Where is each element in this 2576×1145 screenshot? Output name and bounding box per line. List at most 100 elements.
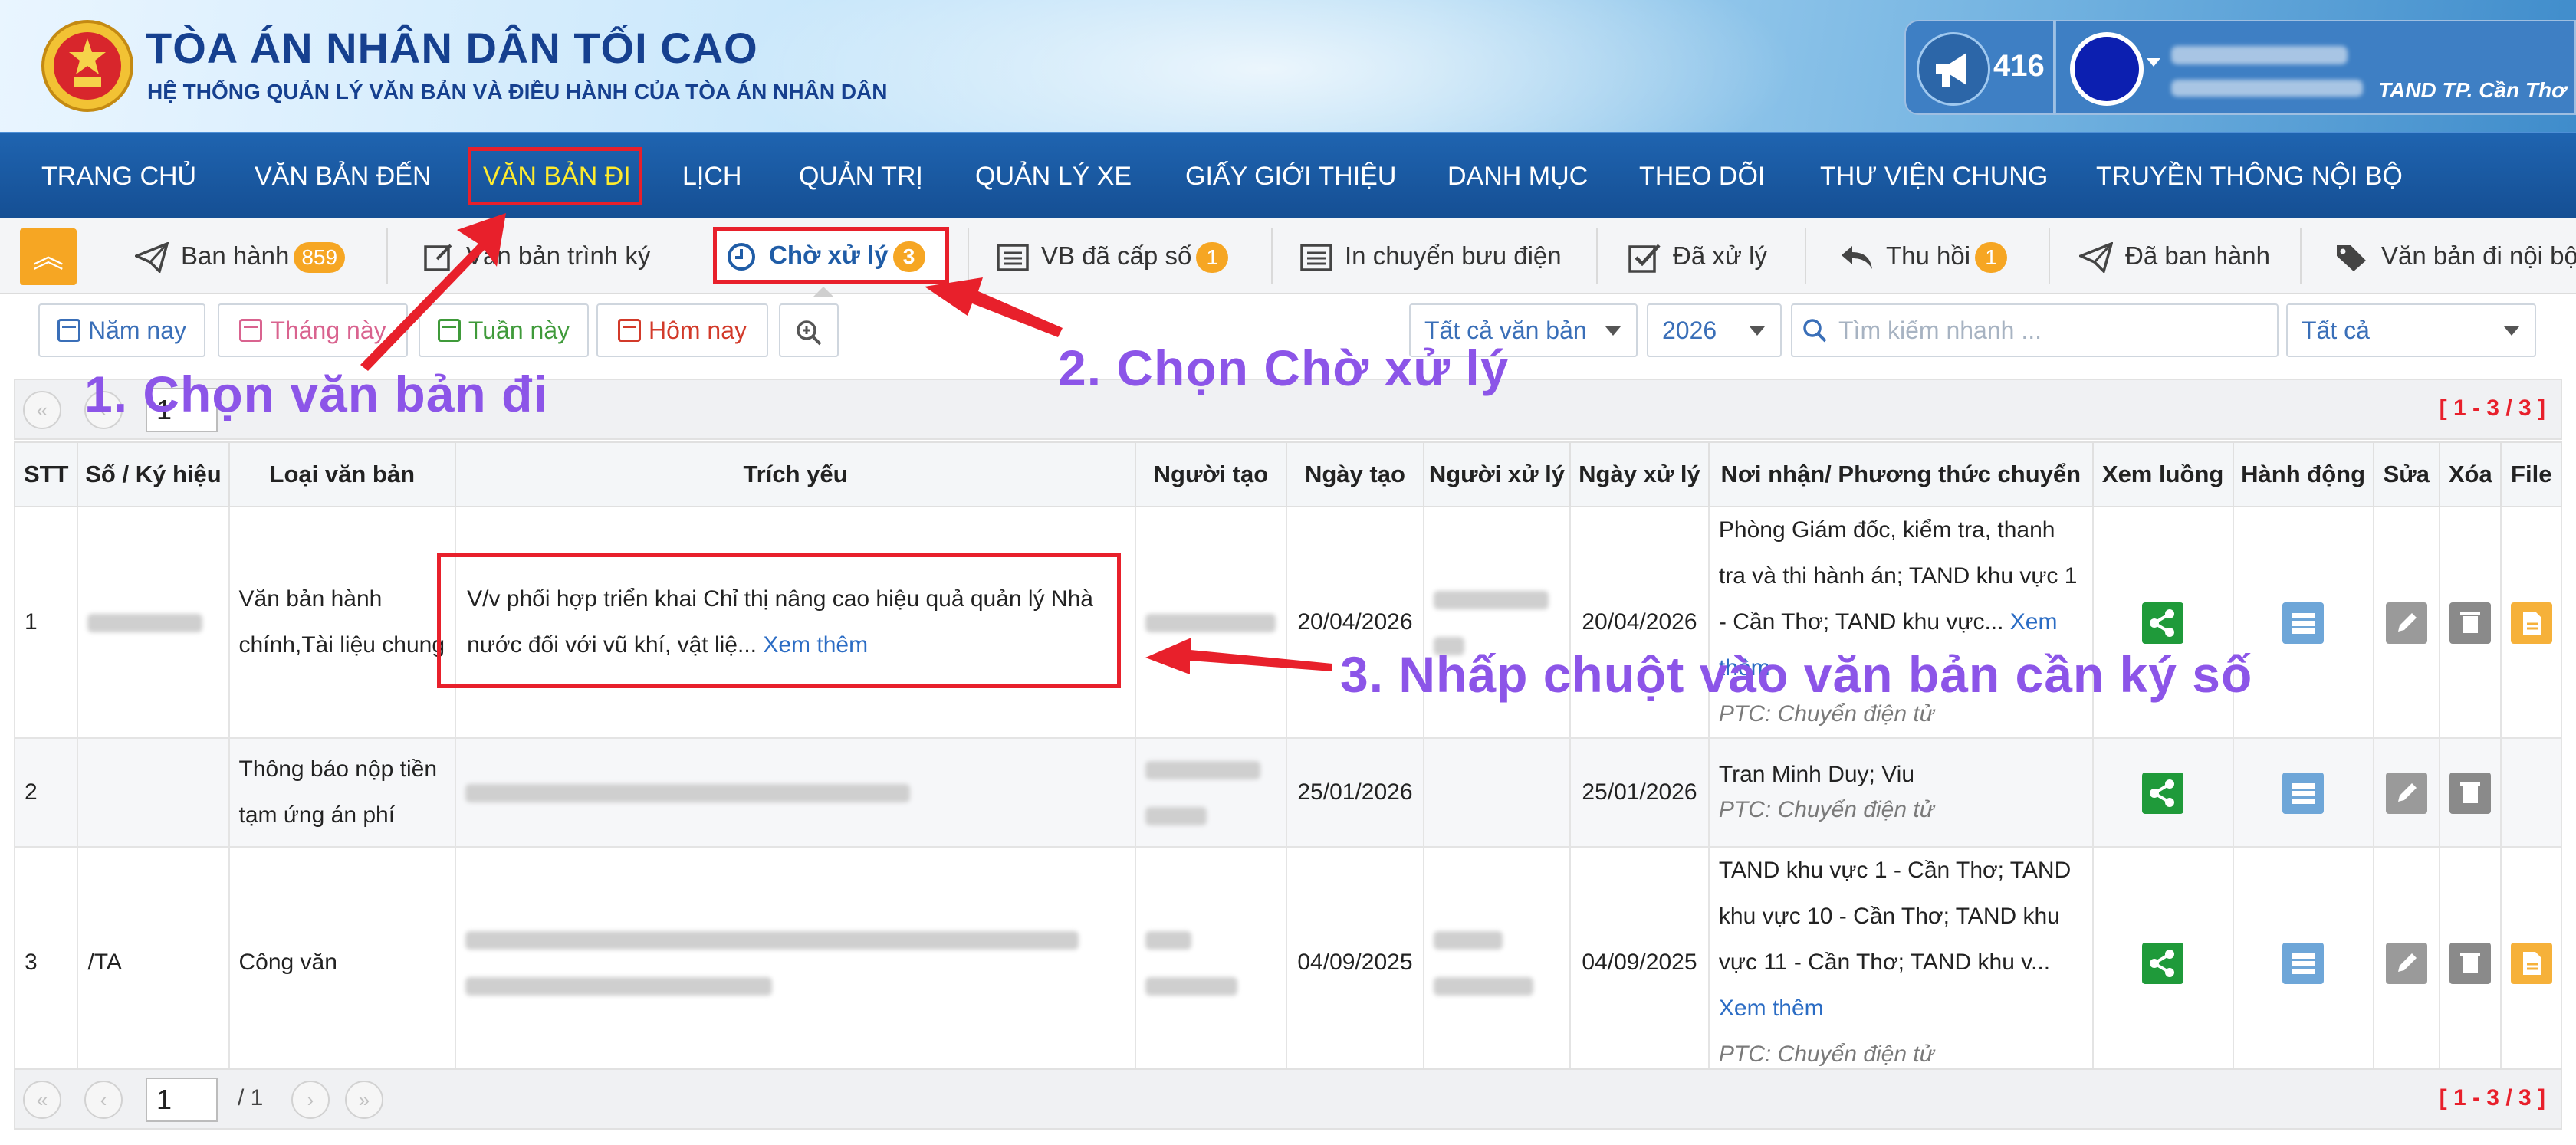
tab-cho-xu-ly[interactable]: Chờ xử lý 3: [713, 227, 949, 284]
cell-xem-luong: [2091, 737, 2234, 848]
cell-xoa: [2439, 846, 2502, 1079]
nav-lich[interactable]: LỊCH: [682, 133, 741, 219]
cell-file: [2500, 506, 2562, 739]
redacted-text: [1145, 807, 1207, 826]
tab-label: Đã xử lý: [1673, 241, 1767, 270]
cell-trich-yeu[interactable]: [455, 846, 1136, 1079]
redacted-text: [465, 784, 911, 803]
col-header: Số / Ký hiệu: [77, 441, 230, 507]
page-number-input[interactable]: 1: [146, 1078, 218, 1122]
nav-van-ban-den[interactable]: VĂN BẢN ĐẾN: [255, 133, 432, 219]
status-select[interactable]: Tất cả: [2286, 303, 2536, 357]
cell-stt: 3: [13, 846, 79, 1079]
trash-icon[interactable]: [2450, 773, 2492, 815]
tab-ban-hanh[interactable]: Ban hành 859: [135, 218, 346, 294]
nav-danh-muc[interactable]: DANH MỤC: [1447, 133, 1588, 219]
edit-pencil-icon[interactable]: [2385, 943, 2427, 985]
cell-noi-nhan: TAND khu vực 1 - Cần Thơ; TAND khu vực 1…: [1707, 846, 2094, 1079]
tab-divider: [2049, 228, 2050, 284]
file-icon[interactable]: [2511, 602, 2553, 645]
filter-label: Năm nay: [87, 317, 187, 344]
table-row[interactable]: 3 /TA Công văn 04/09/2025 04/09/2025 TAN…: [13, 846, 2562, 1079]
table-row[interactable]: 2 Thông báo nộp tiền tạm ứng án phí 25/0…: [13, 737, 2562, 848]
nav-giay-gioi-thieu[interactable]: GIẤY GIỚI THIỆU: [1185, 133, 1396, 219]
tab-divider: [968, 228, 969, 284]
highlight-box-trich-yeu: [437, 553, 1121, 688]
tab-label: Đã ban hành: [2125, 241, 2270, 270]
tab-divider: [386, 228, 388, 284]
tab-thu-hoi[interactable]: Thu hồi 1: [1838, 218, 2008, 294]
first-page-icon[interactable]: «: [23, 1081, 61, 1119]
list-icon: [997, 244, 1029, 272]
check-icon: [1628, 244, 1661, 274]
edit-pencil-icon[interactable]: [2385, 602, 2427, 645]
action-menu-icon[interactable]: [2282, 602, 2325, 645]
filter-nam-nay-button[interactable]: Năm nay: [38, 303, 205, 357]
collapse-up-icon[interactable]: ︽: [20, 228, 77, 285]
share-flow-icon[interactable]: [2142, 602, 2184, 645]
xem-them-link[interactable]: Xem thêm: [1719, 996, 1824, 1021]
nav-thu-vien-chung[interactable]: THƯ VIỆN CHUNG: [1820, 133, 2048, 219]
caret-down-icon: [1605, 326, 1621, 336]
share-flow-icon[interactable]: [2142, 943, 2184, 985]
tab-label: Ban hành: [181, 241, 290, 270]
tab-da-ban-hanh[interactable]: Đã ban hành: [2079, 218, 2270, 294]
nav-trang-chu[interactable]: TRANG CHỦ: [41, 133, 196, 219]
tab-van-ban-trinh-ky[interactable]: Văn bản trình ký: [423, 218, 650, 294]
user-org: TAND TP. Cần Thơ: [2378, 78, 2566, 102]
advanced-search-button[interactable]: [779, 303, 839, 357]
nav-quan-tri[interactable]: QUẢN TRỊ: [799, 133, 923, 219]
quick-search-input[interactable]: [1791, 303, 2279, 357]
cell-xem-luong: [2091, 846, 2234, 1079]
edit-pencil-icon[interactable]: [2385, 773, 2427, 815]
file-icon[interactable]: [2511, 943, 2553, 985]
redacted-text: [1145, 614, 1276, 633]
next-page-icon[interactable]: ›: [291, 1081, 330, 1119]
trash-icon[interactable]: [2450, 943, 2492, 985]
nav-quan-ly-xe[interactable]: QUẢN LÝ XE: [975, 133, 1132, 219]
prev-page-icon[interactable]: ‹: [84, 1081, 123, 1119]
filter-thang-nay-button[interactable]: Tháng này: [218, 303, 408, 357]
trash-icon[interactable]: [2450, 602, 2492, 645]
noi-nhan-text: Tran Minh Duy; Viu: [1718, 762, 1915, 787]
notification-button[interactable]: 416: [1904, 20, 2055, 115]
redacted-text: [465, 931, 1079, 950]
action-menu-icon[interactable]: [2282, 773, 2325, 815]
share-flow-icon[interactable]: [2142, 773, 2184, 815]
nav-truyen-thong-noi-bo[interactable]: TRUYỀN THÔNG NỘI BỘ: [2096, 133, 2403, 219]
filter-tuan-nay-button[interactable]: Tuần này: [419, 303, 589, 357]
list-icon: [1300, 244, 1332, 272]
clock-icon: [728, 243, 755, 271]
search-icon: [1803, 319, 1827, 343]
cell-hanh-dong: [2232, 737, 2374, 848]
col-header: Ngày xử lý: [1569, 441, 1710, 507]
col-header: Nơi nhận/ Phương thức chuyển: [1707, 441, 2094, 507]
col-header: Người xử lý: [1422, 441, 1571, 507]
first-page-icon[interactable]: «: [23, 391, 61, 429]
last-page-icon[interactable]: »: [345, 1081, 383, 1119]
user-menu[interactable]: TAND TP. Cần Thơ: [2055, 20, 2576, 115]
tab-da-xu-ly[interactable]: Đã xử lý: [1628, 218, 1767, 294]
year-select[interactable]: 2026: [1647, 303, 1782, 357]
tab-label: In chuyển bưu điện: [1345, 241, 1562, 270]
ptc-text: PTC: Chuyển điện tử: [1718, 797, 1934, 822]
action-menu-icon[interactable]: [2282, 943, 2325, 985]
noi-nhan-text: TAND khu vực 1 - Cần Thơ; TAND khu vực 1…: [1718, 858, 2072, 975]
tab-vb-da-cap-so[interactable]: VB đã cấp số 1: [997, 218, 1229, 294]
cell-trich-yeu[interactable]: [455, 737, 1136, 848]
app-subtitle: HỆ THỐNG QUẢN LÝ VĂN BẢN VÀ ĐIỀU HÀNH CỦ…: [147, 80, 888, 103]
cell-ngay-xu-ly: 25/01/2026: [1569, 737, 1710, 848]
send-icon: [2079, 242, 2113, 274]
filter-hom-nay-button[interactable]: Hôm nay: [596, 303, 768, 357]
cell-hanh-dong: [2232, 846, 2374, 1079]
tab-van-ban-di-noi-bo[interactable]: Văn bản đi nội bộ: [2335, 218, 2576, 294]
megaphone-icon: [1917, 32, 1990, 106]
cell-xoa: [2439, 737, 2502, 848]
cell-nguoi-tao: [1134, 737, 1287, 848]
tab-in-chuyen-buu-dien[interactable]: In chuyển bưu điện: [1300, 218, 1562, 294]
user-role-redacted: [2171, 80, 2363, 97]
tab-badge: 3: [892, 241, 925, 273]
ptc-text: PTC: Chuyển điện tử: [1718, 1042, 1934, 1067]
nav-theo-doi[interactable]: THEO DÕI: [1639, 133, 1765, 219]
table-header-row: STT Số / Ký hiệu Loại văn bản Trích yếu …: [13, 441, 2562, 507]
